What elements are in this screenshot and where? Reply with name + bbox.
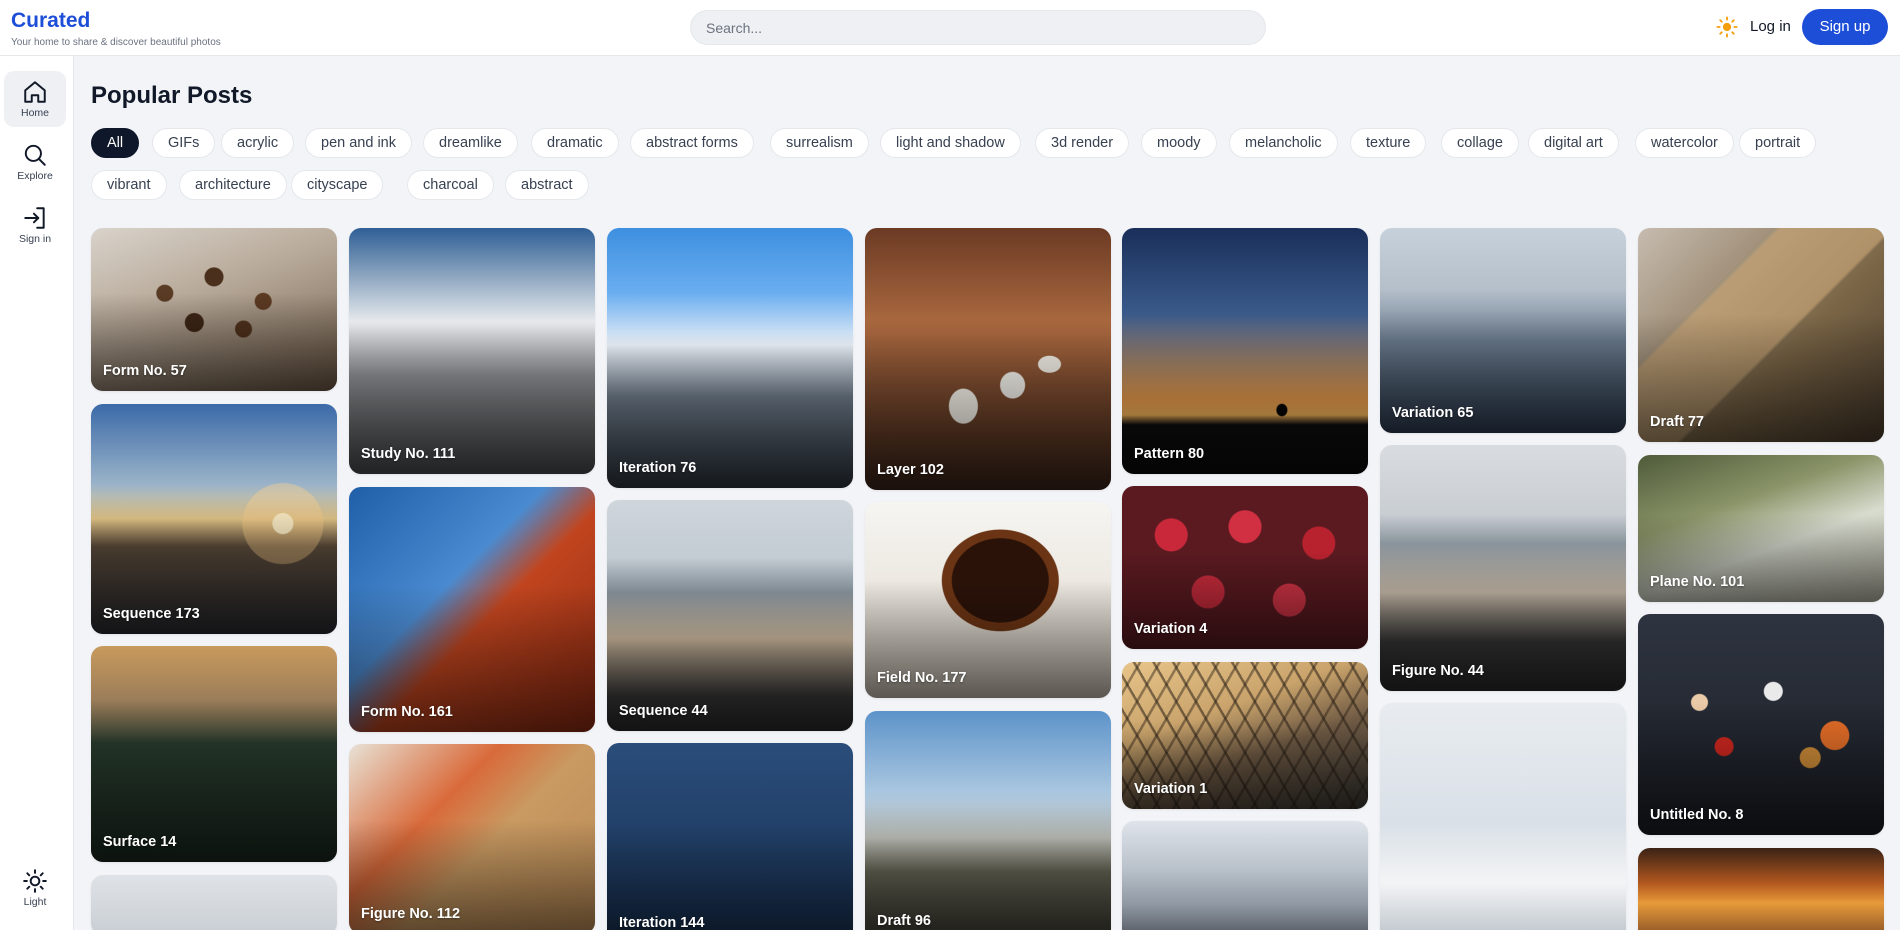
post-title: Field No. 177 xyxy=(877,670,967,686)
post-card[interactable]: Sequence 44 xyxy=(607,500,853,731)
post-title: Variation 4 xyxy=(1134,621,1208,637)
theme-toggle[interactable]: Light xyxy=(4,860,66,916)
tag-chip[interactable]: light and shadow xyxy=(880,128,1021,158)
post-title: Variation 65 xyxy=(1392,405,1474,421)
tag-chip[interactable]: moody xyxy=(1141,128,1217,158)
post-title: Variation 1 xyxy=(1134,781,1208,797)
sun-icon xyxy=(23,869,47,893)
tag-chip[interactable]: cityscape xyxy=(291,170,384,200)
post-card[interactable]: Form No. 57 xyxy=(91,228,337,391)
search-icon xyxy=(24,144,46,166)
post-card[interactable] xyxy=(1122,821,1368,930)
post-card[interactable]: Variation 65 xyxy=(1380,228,1626,433)
post-card[interactable]: Iteration 144 xyxy=(607,743,853,930)
tag-chip[interactable]: All xyxy=(91,128,140,158)
sidebar-item-label: Explore xyxy=(17,170,53,182)
sidebar-item-sign-in[interactable]: Sign in xyxy=(4,197,66,253)
tag-chip[interactable]: digital art xyxy=(1528,128,1619,158)
tag-chip[interactable]: collage xyxy=(1441,128,1519,158)
post-title: Surface 14 xyxy=(103,834,177,850)
tag-chip[interactable]: acrylic xyxy=(221,128,295,158)
post-card[interactable]: Figure No. 44 xyxy=(1380,445,1626,691)
caption-gradient xyxy=(607,823,853,930)
post-card[interactable]: Draft 96 xyxy=(865,711,1111,930)
tag-chip[interactable]: pen and ink xyxy=(305,128,412,158)
sidebar-item-home[interactable]: Home xyxy=(4,71,66,127)
post-card[interactable]: Surface 14 xyxy=(91,646,337,862)
post-title: Draft 77 xyxy=(1650,414,1704,430)
post-title: Draft 96 xyxy=(877,913,931,929)
post-title: Form No. 161 xyxy=(361,704,453,720)
post-title: Iteration 76 xyxy=(619,460,697,476)
login-button[interactable]: Log in xyxy=(1745,12,1796,42)
post-title: Iteration 144 xyxy=(619,915,705,930)
tag-chip[interactable]: watercolor xyxy=(1635,128,1734,158)
post-title: Figure No. 44 xyxy=(1392,663,1484,679)
tag-chip[interactable]: portrait xyxy=(1739,128,1817,158)
brand-tagline: Your home to share & discover beautiful … xyxy=(11,37,221,48)
post-title: Figure No. 112 xyxy=(361,906,461,922)
brand-title[interactable]: Curated xyxy=(11,9,221,33)
tag-chip[interactable]: abstract xyxy=(505,170,589,200)
post-card[interactable]: Variation 1 xyxy=(1122,662,1368,809)
sign-in-icon xyxy=(24,207,45,229)
post-card[interactable]: Figure No. 112 xyxy=(349,744,595,930)
tag-chip[interactable]: surrealism xyxy=(770,128,869,158)
brand[interactable]: Curated Your home to share & discover be… xyxy=(11,9,221,49)
tag-chip[interactable]: 3d render xyxy=(1035,128,1130,158)
post-card[interactable]: Form No. 161 xyxy=(349,487,595,732)
post-title: Sequence 173 xyxy=(103,606,200,622)
post-card[interactable]: Sequence 173 xyxy=(91,404,337,634)
sidebar-item-label: Sign in xyxy=(18,233,52,245)
page-title: Popular Posts xyxy=(91,82,253,109)
post-card[interactable]: Field No. 177 xyxy=(865,502,1111,698)
post-title: Plane No. 101 xyxy=(1650,574,1745,590)
sidebar-item-explore[interactable]: Explore xyxy=(4,134,66,190)
tag-chip[interactable]: architecture xyxy=(179,170,287,200)
post-card[interactable]: Draft 77 xyxy=(1638,228,1884,442)
post-title: Pattern 80 xyxy=(1134,446,1205,462)
home-icon xyxy=(24,81,46,103)
signup-button[interactable]: Sign up xyxy=(1802,9,1888,45)
post-card[interactable] xyxy=(1380,703,1626,930)
tag-chip[interactable]: vibrant xyxy=(91,170,167,200)
tag-chip[interactable]: dreamlike xyxy=(423,128,518,158)
post-title: Sequence 44 xyxy=(619,703,708,719)
post-title: Untitled No. 8 xyxy=(1650,807,1744,823)
post-card[interactable]: Pattern 80 xyxy=(1122,228,1368,474)
post-card[interactable] xyxy=(91,875,337,930)
post-card[interactable]: Layer 102 xyxy=(865,228,1111,490)
post-card[interactable]: Plane No. 101 xyxy=(1638,455,1884,602)
post-card[interactable]: Untitled No. 8 xyxy=(1638,614,1884,835)
post-title: Form No. 57 xyxy=(103,363,187,379)
sun-icon[interactable] xyxy=(1716,16,1738,38)
search-input[interactable] xyxy=(690,10,1266,45)
caption-gradient xyxy=(865,803,1111,930)
tag-chip[interactable]: GIFs xyxy=(152,128,216,158)
tag-chip[interactable]: charcoal xyxy=(407,170,494,200)
post-card[interactable]: Variation 4 xyxy=(1122,486,1368,649)
theme-label: Light xyxy=(23,896,47,908)
sidebar: Home Explore Sign in Light xyxy=(0,56,74,930)
top-header: Curated Your home to share & discover be… xyxy=(0,0,1900,56)
sidebar-item-label: Home xyxy=(20,107,49,119)
post-title: Layer 102 xyxy=(877,462,944,478)
post-card[interactable]: Iteration 76 xyxy=(607,228,853,488)
tag-chip[interactable]: melancholic xyxy=(1229,128,1338,158)
tag-chip[interactable]: texture xyxy=(1350,128,1427,158)
post-card[interactable]: Study No. 111 xyxy=(349,228,595,474)
post-card[interactable] xyxy=(1638,848,1884,930)
tag-chip[interactable]: dramatic xyxy=(531,128,619,158)
tag-chip[interactable]: abstract forms xyxy=(630,128,754,158)
post-title: Study No. 111 xyxy=(361,446,456,462)
